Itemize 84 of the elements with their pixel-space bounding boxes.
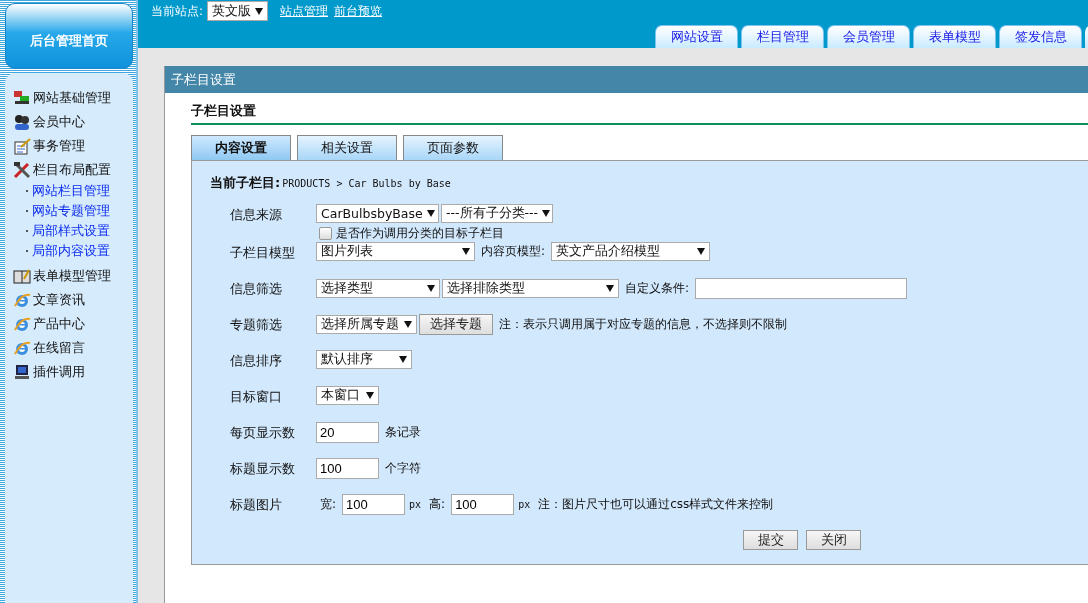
section-heading: 子栏目设置 [191,102,1088,125]
field-label: 标题图片 [230,496,283,514]
computer-icon [13,363,31,381]
dropdown[interactable]: 选择类型 [316,279,440,298]
input-field[interactable]: 100 [342,494,406,515]
nav-tab[interactable]: 会员管理 [827,25,910,48]
sidebar-item[interactable]: 表单模型管理 [33,267,111,285]
field-text: 自定义条件: [625,280,690,297]
field-label: 信息来源 [230,206,283,224]
sidebar-link[interactable]: 网站专题管理 [32,202,110,220]
checkbox-label: 是否作为调用分类的目标子栏目 [336,225,504,242]
nav-tab[interactable]: 栏目管理 [741,25,824,48]
field-label: 专题筛选 [230,316,283,334]
book-icon [13,267,31,285]
caret-icon [462,248,470,255]
choose-button[interactable]: 选择专题 [419,314,493,335]
input-field[interactable]: 20 [316,422,379,443]
browser-icon [13,291,31,309]
network-icon [13,89,31,107]
browser-icon [13,315,31,333]
sidebar-item[interactable]: 文章资讯 [33,291,85,309]
field-text: 内容页模型: [481,243,546,260]
action-button[interactable]: 关闭 [806,530,861,550]
field-text: 注：表示只调用属于对应专题的信息，不选择则不限制 [499,316,787,333]
breadcrumb: PRODUCTS > Car Bulbs by Base [282,178,451,189]
sidebar-item[interactable]: 网站基础管理 [33,89,111,107]
site-select[interactable]: 英文版 [207,1,269,21]
checkbox[interactable] [319,227,332,240]
sidebar-item[interactable]: 在线留言 [33,339,85,357]
action-button[interactable]: 提交 [743,530,798,550]
field-text: 条记录 [385,424,421,441]
tools-icon [13,161,31,179]
dropdown[interactable]: 选择所属专题 [316,315,417,334]
field-label: 信息筛选 [230,280,283,298]
field-label: 子栏目模型 [230,244,296,262]
caret-icon [697,248,706,255]
unit-text: px [409,499,422,510]
dropdown[interactable]: 本窗口 [316,386,379,405]
dropdown[interactable]: ---所有子分类--- [441,204,553,223]
caret-icon [404,321,412,328]
nav-tab[interactable]: 表单模型 [913,25,996,48]
caret-icon [542,210,551,217]
sidebar-item[interactable]: 栏目布局配置 [33,161,111,179]
input-field[interactable]: 100 [451,494,515,515]
field-label: 每页显示数 [230,424,296,442]
field-label: 信息排序 [230,352,283,370]
caret-icon [255,7,264,15]
field-label: 目标窗口 [230,388,283,406]
browser-icon [13,339,31,357]
field-label: 标题显示数 [230,460,296,478]
field-text: 高: [429,496,446,513]
sidebar-link[interactable]: 网站栏目管理 [32,182,110,200]
current-label: 当前子栏目: [210,174,281,192]
sidebar-item[interactable]: 插件调用 [33,363,85,381]
users-icon [13,113,31,131]
nav-tab[interactable]: 网站设置 [655,25,738,48]
caret-icon [427,285,435,292]
caret-icon [399,356,407,363]
field-text: 宽: [320,496,337,513]
sidebar-item[interactable]: 事务管理 [33,137,85,155]
dialog-title: 子栏目设置 [165,66,1088,93]
sidebar-link[interactable]: 局部样式设置 [32,222,110,240]
dropdown[interactable]: 英文产品介绍模型 [551,242,711,261]
dropdown[interactable]: 默认排序 [316,350,412,369]
tab[interactable]: 内容设置 [191,135,291,160]
dropdown[interactable]: CarBulbsbyBase [316,204,439,223]
input-field[interactable]: 100 [316,458,379,479]
sidebar-link[interactable]: 局部内容设置 [32,242,110,260]
sidebar-item[interactable]: 产品中心 [33,315,85,333]
input-field[interactable] [695,278,908,299]
field-text: 个字符 [385,460,421,477]
caret-icon [426,210,435,217]
caret-icon [606,285,614,292]
tab[interactable]: 相关设置 [297,135,397,160]
dropdown[interactable]: 图片列表 [316,242,475,261]
sidebar-item[interactable]: 会员中心 [33,113,85,131]
site-label: 当前站点: [151,2,204,20]
caret-icon [366,392,374,399]
nav-tab[interactable]: 签发信息 [999,25,1082,48]
dropdown[interactable]: 选择排除类型 [442,279,619,298]
tab[interactable]: 页面参数 [403,135,503,160]
unit-text: px [518,499,531,510]
tasks-icon [13,137,31,155]
field-text: 注：图片尺寸也可以通过css样式文件来控制 [538,496,774,513]
